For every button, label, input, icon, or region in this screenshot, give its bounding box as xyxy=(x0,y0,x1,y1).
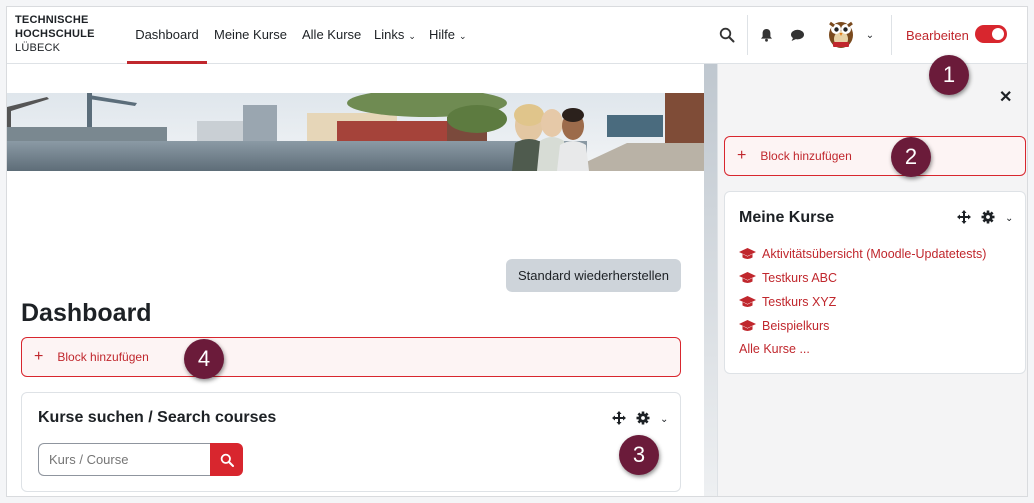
logo-line-1: TECHNISCHE xyxy=(15,14,89,26)
my-courses-block: Meine Kurse ⌄ Aktivitätsübersicht (Moodl… xyxy=(724,191,1026,374)
course-link-label: Beispielkurs xyxy=(762,319,830,333)
gear-icon[interactable] xyxy=(636,411,650,428)
callout-marker-2: 2 xyxy=(891,137,931,177)
nav-divider xyxy=(747,15,748,55)
search-icon[interactable] xyxy=(715,23,739,47)
course-search-button[interactable] xyxy=(210,443,243,476)
course-search-input[interactable] xyxy=(38,443,210,476)
nav-alle-kurse[interactable]: Alle Kurse xyxy=(302,27,361,42)
course-link-label: Testkurs XYZ xyxy=(762,295,837,309)
close-drawer-icon[interactable]: ✕ xyxy=(999,87,1012,107)
nav-hilfe[interactable]: Hilfe ⌄ xyxy=(429,27,467,42)
owl-avatar[interactable] xyxy=(823,15,859,51)
add-block-label: Block hinzufügen xyxy=(57,350,149,364)
course-link[interactable]: Testkurs ABC xyxy=(739,266,986,290)
nav-dashboard-label: Dashboard xyxy=(135,27,199,42)
browser-frame: TECHNISCHE HOCHSCHULE LÜBECK Dashboard M… xyxy=(6,6,1028,497)
chevron-down-icon: ⌄ xyxy=(408,31,416,41)
edit-mode-toggle[interactable] xyxy=(975,25,1007,43)
add-block-button-drawer[interactable]: + Block hinzufügen xyxy=(724,136,1026,176)
drawer-shadow xyxy=(704,64,717,496)
block-controls: ⌄ xyxy=(612,411,668,428)
plus-icon: + xyxy=(34,348,44,365)
course-list: Aktivitätsübersicht (Moodle-Updatetests)… xyxy=(739,242,986,338)
nav-divider xyxy=(891,15,892,55)
my-courses-title: Meine Kurse xyxy=(739,209,835,226)
reset-to-default-label: Standard wiederherstellen xyxy=(517,268,670,283)
block-drawer: + Block hinzufügen Meine Kurse ⌄ Aktivit… xyxy=(717,64,1027,496)
course-link[interactable]: Beispielkurs xyxy=(739,314,986,338)
page-title: Dashboard xyxy=(21,299,152,327)
nav-alle-kurse-label: Alle Kurse xyxy=(302,27,362,42)
callout-marker-1: 1 xyxy=(929,55,969,95)
graduation-cap-icon xyxy=(739,248,756,259)
reset-to-default-button[interactable]: Standard wiederherstellen xyxy=(506,259,681,292)
add-block-button-main[interactable]: + Block hinzufügen xyxy=(21,337,681,377)
nav-dashboard[interactable]: Dashboard xyxy=(127,7,207,64)
header-banner-image xyxy=(7,93,717,171)
search-courses-title: Kurse suchen / Search courses xyxy=(38,409,277,426)
chevron-down-icon: ⌄ xyxy=(459,31,467,41)
chat-icon[interactable] xyxy=(786,23,808,47)
move-icon[interactable] xyxy=(957,210,971,227)
logo-line-3: LÜBECK xyxy=(15,42,61,54)
gear-icon[interactable] xyxy=(981,210,995,227)
course-link[interactable]: Testkurs XYZ xyxy=(739,290,986,314)
chevron-down-icon[interactable]: ⌄ xyxy=(1005,213,1013,224)
plus-icon: + xyxy=(737,147,747,164)
top-navbar: TECHNISCHE HOCHSCHULE LÜBECK Dashboard M… xyxy=(7,7,1027,64)
block-controls: ⌄ xyxy=(957,210,1013,227)
graduation-cap-icon xyxy=(739,272,756,283)
nav-meine-kurse-label: Meine Kurse xyxy=(214,27,287,42)
course-link[interactable]: Aktivitätsübersicht (Moodle-Updatetests) xyxy=(739,242,986,266)
nav-links[interactable]: Links ⌄ xyxy=(374,27,416,42)
callout-marker-3: 3 xyxy=(619,435,659,475)
course-link-label: Testkurs ABC xyxy=(762,271,838,285)
chevron-down-icon[interactable]: ⌄ xyxy=(864,29,876,41)
move-icon[interactable] xyxy=(612,411,626,428)
all-courses-link[interactable]: Alle Kurse ... xyxy=(739,342,810,356)
search-icon xyxy=(220,453,234,467)
graduation-cap-icon xyxy=(739,296,756,307)
edit-mode-label: Bearbeiten xyxy=(906,28,969,43)
nav-links-label: Links xyxy=(374,27,405,42)
university-logo[interactable]: TECHNISCHE HOCHSCHULE LÜBECK xyxy=(15,13,95,55)
course-link-label: Aktivitätsübersicht (Moodle-Updatetests) xyxy=(762,247,987,261)
chevron-down-icon[interactable]: ⌄ xyxy=(660,414,668,425)
add-block-label: Block hinzufügen xyxy=(760,149,852,163)
callout-marker-4: 4 xyxy=(184,339,224,379)
search-courses-block: Kurse suchen / Search courses ⌄ xyxy=(21,392,681,492)
logo-line-2: HOCHSCHULE xyxy=(15,28,95,40)
nav-hilfe-label: Hilfe xyxy=(429,27,456,42)
graduation-cap-icon xyxy=(739,320,756,331)
nav-meine-kurse[interactable]: Meine Kurse xyxy=(214,27,287,42)
bell-icon[interactable] xyxy=(756,23,776,47)
